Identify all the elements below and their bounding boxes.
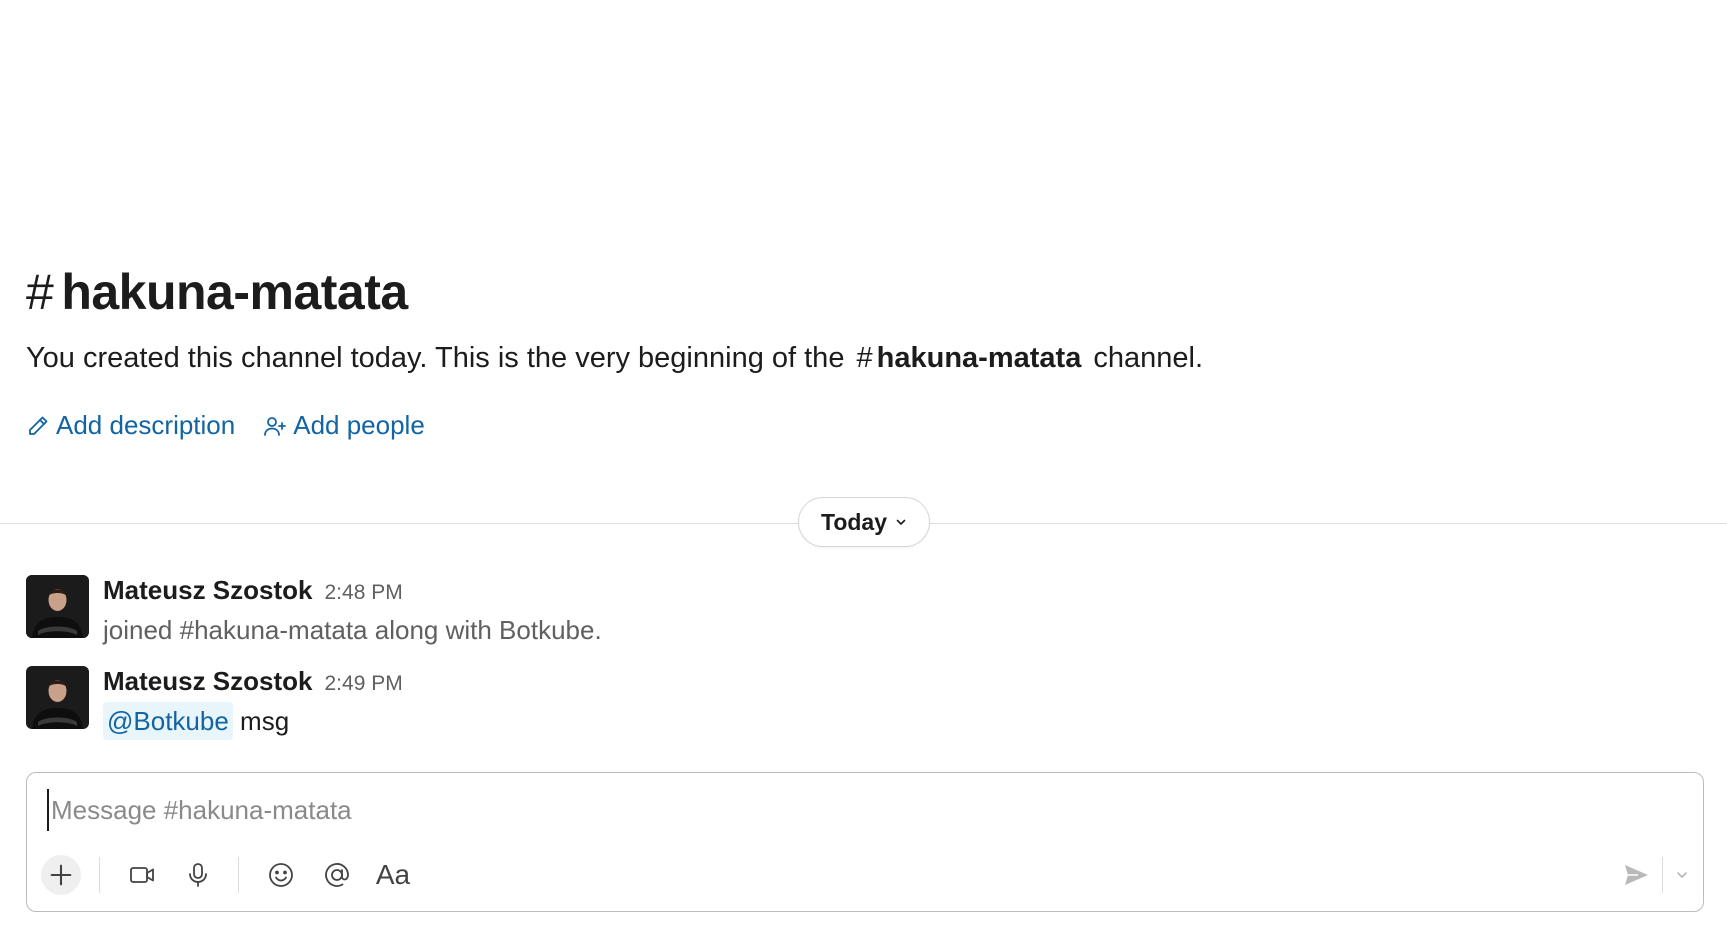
intro-actions: Add description Add people	[26, 410, 425, 441]
emoji-icon	[269, 863, 293, 887]
send-divider	[1662, 857, 1663, 893]
message-timestamp[interactable]: 2:49 PM	[325, 672, 403, 696]
intro-text-after: channel.	[1093, 342, 1204, 374]
audio-clip-button[interactable]	[176, 853, 220, 897]
day-divider-label: Today	[820, 508, 888, 535]
video-icon	[130, 867, 154, 883]
chevron-down-icon	[1677, 872, 1687, 878]
message-timestamp[interactable]: 2:48 PM	[325, 581, 403, 605]
add-people-button[interactable]: Add people	[263, 410, 425, 441]
message-text: @Botkube msg	[103, 702, 403, 740]
formatting-button[interactable]: Aa	[371, 853, 415, 897]
video-clip-button[interactable]	[120, 853, 164, 897]
channel-title: # hakuna-matata	[26, 262, 408, 322]
chevron-down-icon	[896, 519, 906, 525]
add-description-label: Add description	[56, 410, 236, 440]
message-body: Mateusz Szostok 2:48 PM joined #hakuna-m…	[103, 575, 602, 649]
message-header: Mateusz Szostok 2:49 PM	[103, 666, 403, 702]
message-item: Mateusz Szostok 2:48 PM joined #hakuna-m…	[26, 575, 602, 649]
emoji-button[interactable]	[259, 853, 303, 897]
send-options-button[interactable]	[1675, 868, 1689, 882]
day-divider-button[interactable]: Today	[798, 497, 930, 547]
inline-channel-name: hakuna-matata	[876, 342, 1082, 374]
add-people-label: Add people	[293, 410, 425, 440]
pencil-icon	[29, 416, 48, 435]
channel-name: hakuna-matata	[61, 264, 408, 320]
inline-channel-link[interactable]: # hakuna-matata	[857, 342, 1082, 374]
message-body: Mateusz Szostok 2:49 PM @Botkube msg	[103, 666, 403, 740]
message-header: Mateusz Szostok 2:48 PM	[103, 575, 602, 611]
toolbar-divider	[238, 857, 239, 893]
message-author[interactable]: Mateusz Szostok	[103, 575, 313, 606]
user-avatar-image	[26, 575, 89, 638]
message-item: Mateusz Szostok 2:49 PM @Botkube msg	[26, 666, 403, 740]
message-author[interactable]: Mateusz Szostok	[103, 666, 313, 697]
user-avatar-image	[26, 666, 89, 729]
channel-intro-description: You created this channel today. This is …	[26, 338, 1203, 378]
plus-icon	[50, 864, 72, 886]
send-icon	[1625, 865, 1648, 885]
send-area	[1622, 853, 1689, 897]
mention-button[interactable]	[315, 853, 359, 897]
attach-button[interactable]	[41, 855, 81, 895]
send-button[interactable]	[1622, 861, 1650, 889]
user-mention[interactable]: @Botkube	[103, 702, 233, 740]
microphone-icon	[189, 863, 207, 887]
inline-channel-hash: #	[856, 342, 873, 374]
channel-page: # hakuna-matata You created this channel…	[0, 0, 1727, 948]
add-description-button[interactable]: Add description	[26, 410, 235, 441]
at-mention-icon	[325, 863, 349, 887]
add-person-icon	[264, 416, 287, 436]
toolbar-divider	[99, 857, 100, 893]
channel-intro: # hakuna-matata	[26, 262, 408, 322]
intro-text-before: You created this channel today. This is …	[26, 342, 845, 374]
channel-hash-icon: #	[26, 264, 54, 320]
avatar[interactable]	[26, 666, 89, 729]
composer-toolbar: Aa	[41, 853, 427, 897]
message-text: joined #hakuna-matata along with Botkube…	[103, 615, 602, 645]
message-composer: Aa	[26, 772, 1704, 912]
message-text-content: msg	[240, 706, 290, 736]
avatar[interactable]	[26, 575, 89, 638]
message-input[interactable]	[47, 789, 1653, 831]
formatting-label: Aa	[375, 859, 411, 890]
